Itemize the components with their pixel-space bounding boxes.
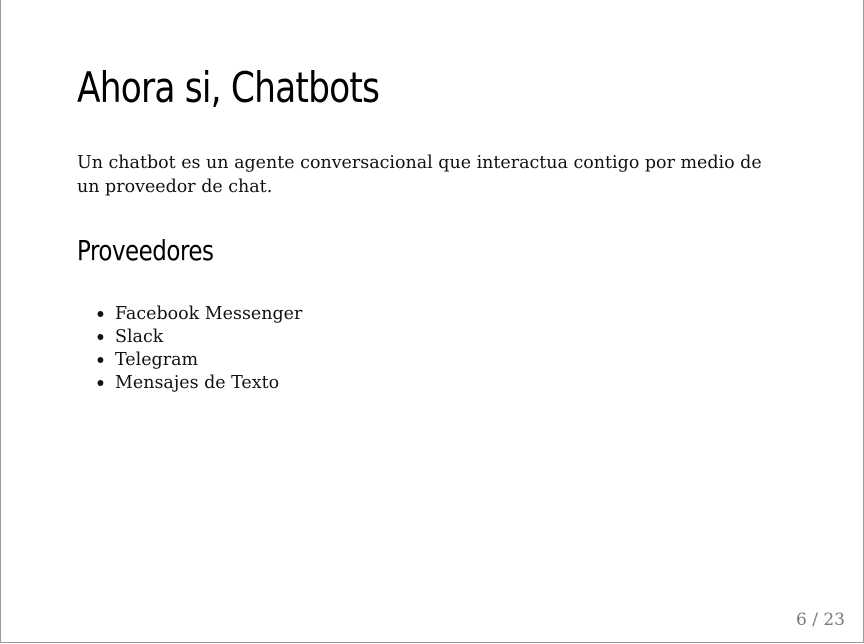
provider-item-telegram: Telegram: [97, 348, 302, 371]
bullet-icon: [97, 380, 104, 386]
provider-label: Telegram: [115, 349, 199, 370]
provider-label: Slack: [115, 326, 164, 347]
bullet-icon: [97, 311, 104, 317]
intro-paragraph: Un chatbot es un agente conversacional q…: [77, 152, 762, 197]
provider-item-slack: Slack: [97, 325, 302, 348]
provider-label: Mensajes de Texto: [115, 372, 280, 393]
provider-item-mensajes-de-texto: Mensajes de Texto: [97, 371, 302, 394]
section-heading: Proveedores: [77, 234, 214, 267]
bullet-icon: [97, 334, 104, 340]
provider-label: Facebook Messenger: [115, 303, 303, 324]
presentation-slide: Ahora si, Chatbots Un chatbot es un agen…: [0, 0, 864, 643]
slide-title: Ahora si, Chatbots: [77, 63, 380, 112]
provider-list: Facebook Messenger Slack Telegram Mensaj…: [77, 302, 308, 394]
bullet-icon: [97, 357, 104, 363]
page-counter: 6 / 23: [796, 610, 845, 630]
provider-item-facebook-messenger: Facebook Messenger: [97, 302, 303, 325]
